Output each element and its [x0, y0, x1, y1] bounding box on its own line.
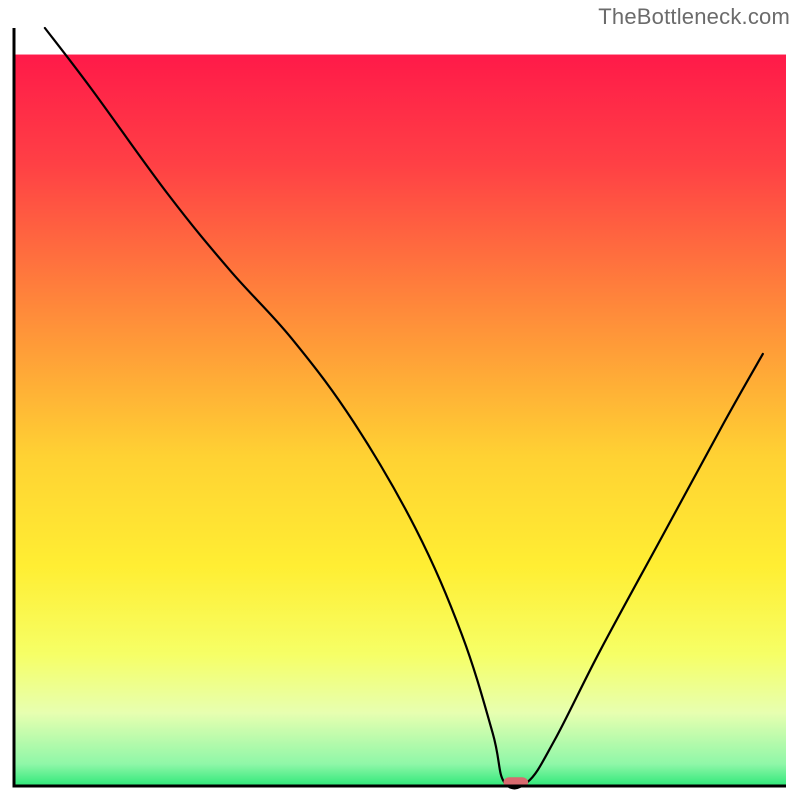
chart-svg: [0, 0, 800, 800]
bottleneck-chart: TheBottleneck.com: [0, 0, 800, 800]
chart-background: [14, 55, 786, 786]
watermark-text: TheBottleneck.com: [598, 4, 790, 30]
